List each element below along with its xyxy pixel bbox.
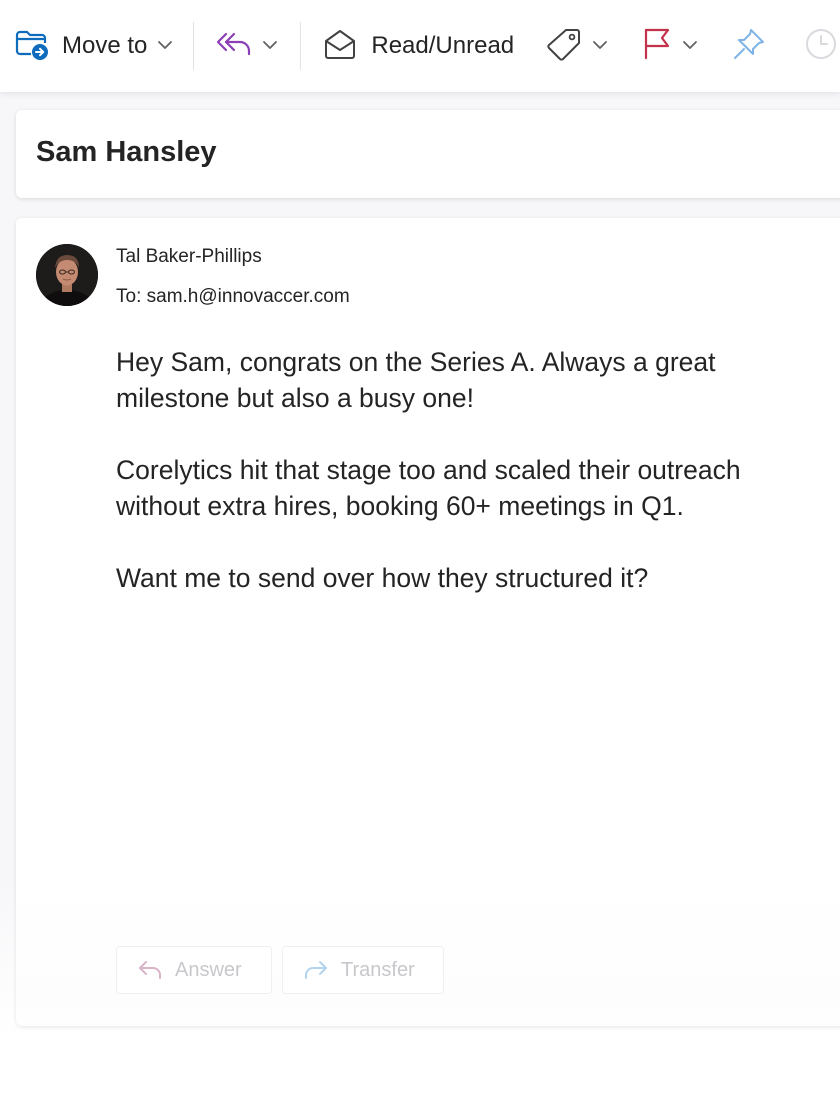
transfer-button[interactable]: Transfer — [282, 946, 444, 994]
envelope-open-icon — [323, 28, 357, 65]
reply-arrow-icon — [137, 959, 163, 981]
forward-arrow-icon — [303, 959, 329, 981]
pin-icon — [732, 27, 766, 66]
recipient-line: To: sam.h@innovaccer.com — [116, 286, 350, 307]
body-paragraph: Corelytics hit that stage too and scaled… — [116, 455, 741, 521]
clock-icon — [804, 27, 838, 66]
flag-button[interactable] — [618, 0, 708, 92]
snooze-button[interactable] — [778, 0, 838, 92]
chevron-down-icon — [262, 37, 278, 55]
transfer-label: Transfer — [341, 958, 415, 981]
move-to-label: Move to — [62, 32, 148, 59]
read-unread-label: Read/Unread — [371, 32, 515, 59]
chevron-down-icon — [592, 37, 608, 55]
tag-button[interactable] — [528, 0, 618, 92]
email-body: Hey Sam, congrats on the Series A. Alway… — [116, 344, 756, 632]
tag-icon — [546, 27, 582, 66]
answer-label: Answer — [175, 958, 242, 981]
command-toolbar: Move to Read/Unread — [0, 0, 840, 92]
folder-arrow-icon — [14, 27, 50, 66]
avatar[interactable] — [36, 244, 98, 306]
message-card: Tal Baker-Phillips To: sam.h@innovaccer.… — [16, 218, 840, 1026]
reply-all-icon — [216, 29, 252, 64]
subject-header: Sam Hansley — [16, 110, 840, 198]
reply-all-button[interactable] — [194, 0, 300, 92]
body-paragraph: Hey Sam, congrats on the Series A. Alway… — [116, 347, 716, 413]
read-unread-button[interactable]: Read/Unread — [301, 0, 528, 92]
move-to-button[interactable]: Move to — [0, 0, 193, 92]
answer-button[interactable]: Answer — [116, 946, 272, 994]
chevron-down-icon — [682, 37, 698, 55]
pin-button[interactable] — [708, 0, 778, 92]
email-subject: Sam Hansley — [36, 136, 217, 168]
chevron-down-icon — [157, 37, 173, 55]
sender-name[interactable]: Tal Baker-Phillips — [116, 246, 262, 268]
flag-icon — [642, 27, 672, 66]
body-paragraph: Want me to send over how they structured… — [116, 563, 649, 593]
